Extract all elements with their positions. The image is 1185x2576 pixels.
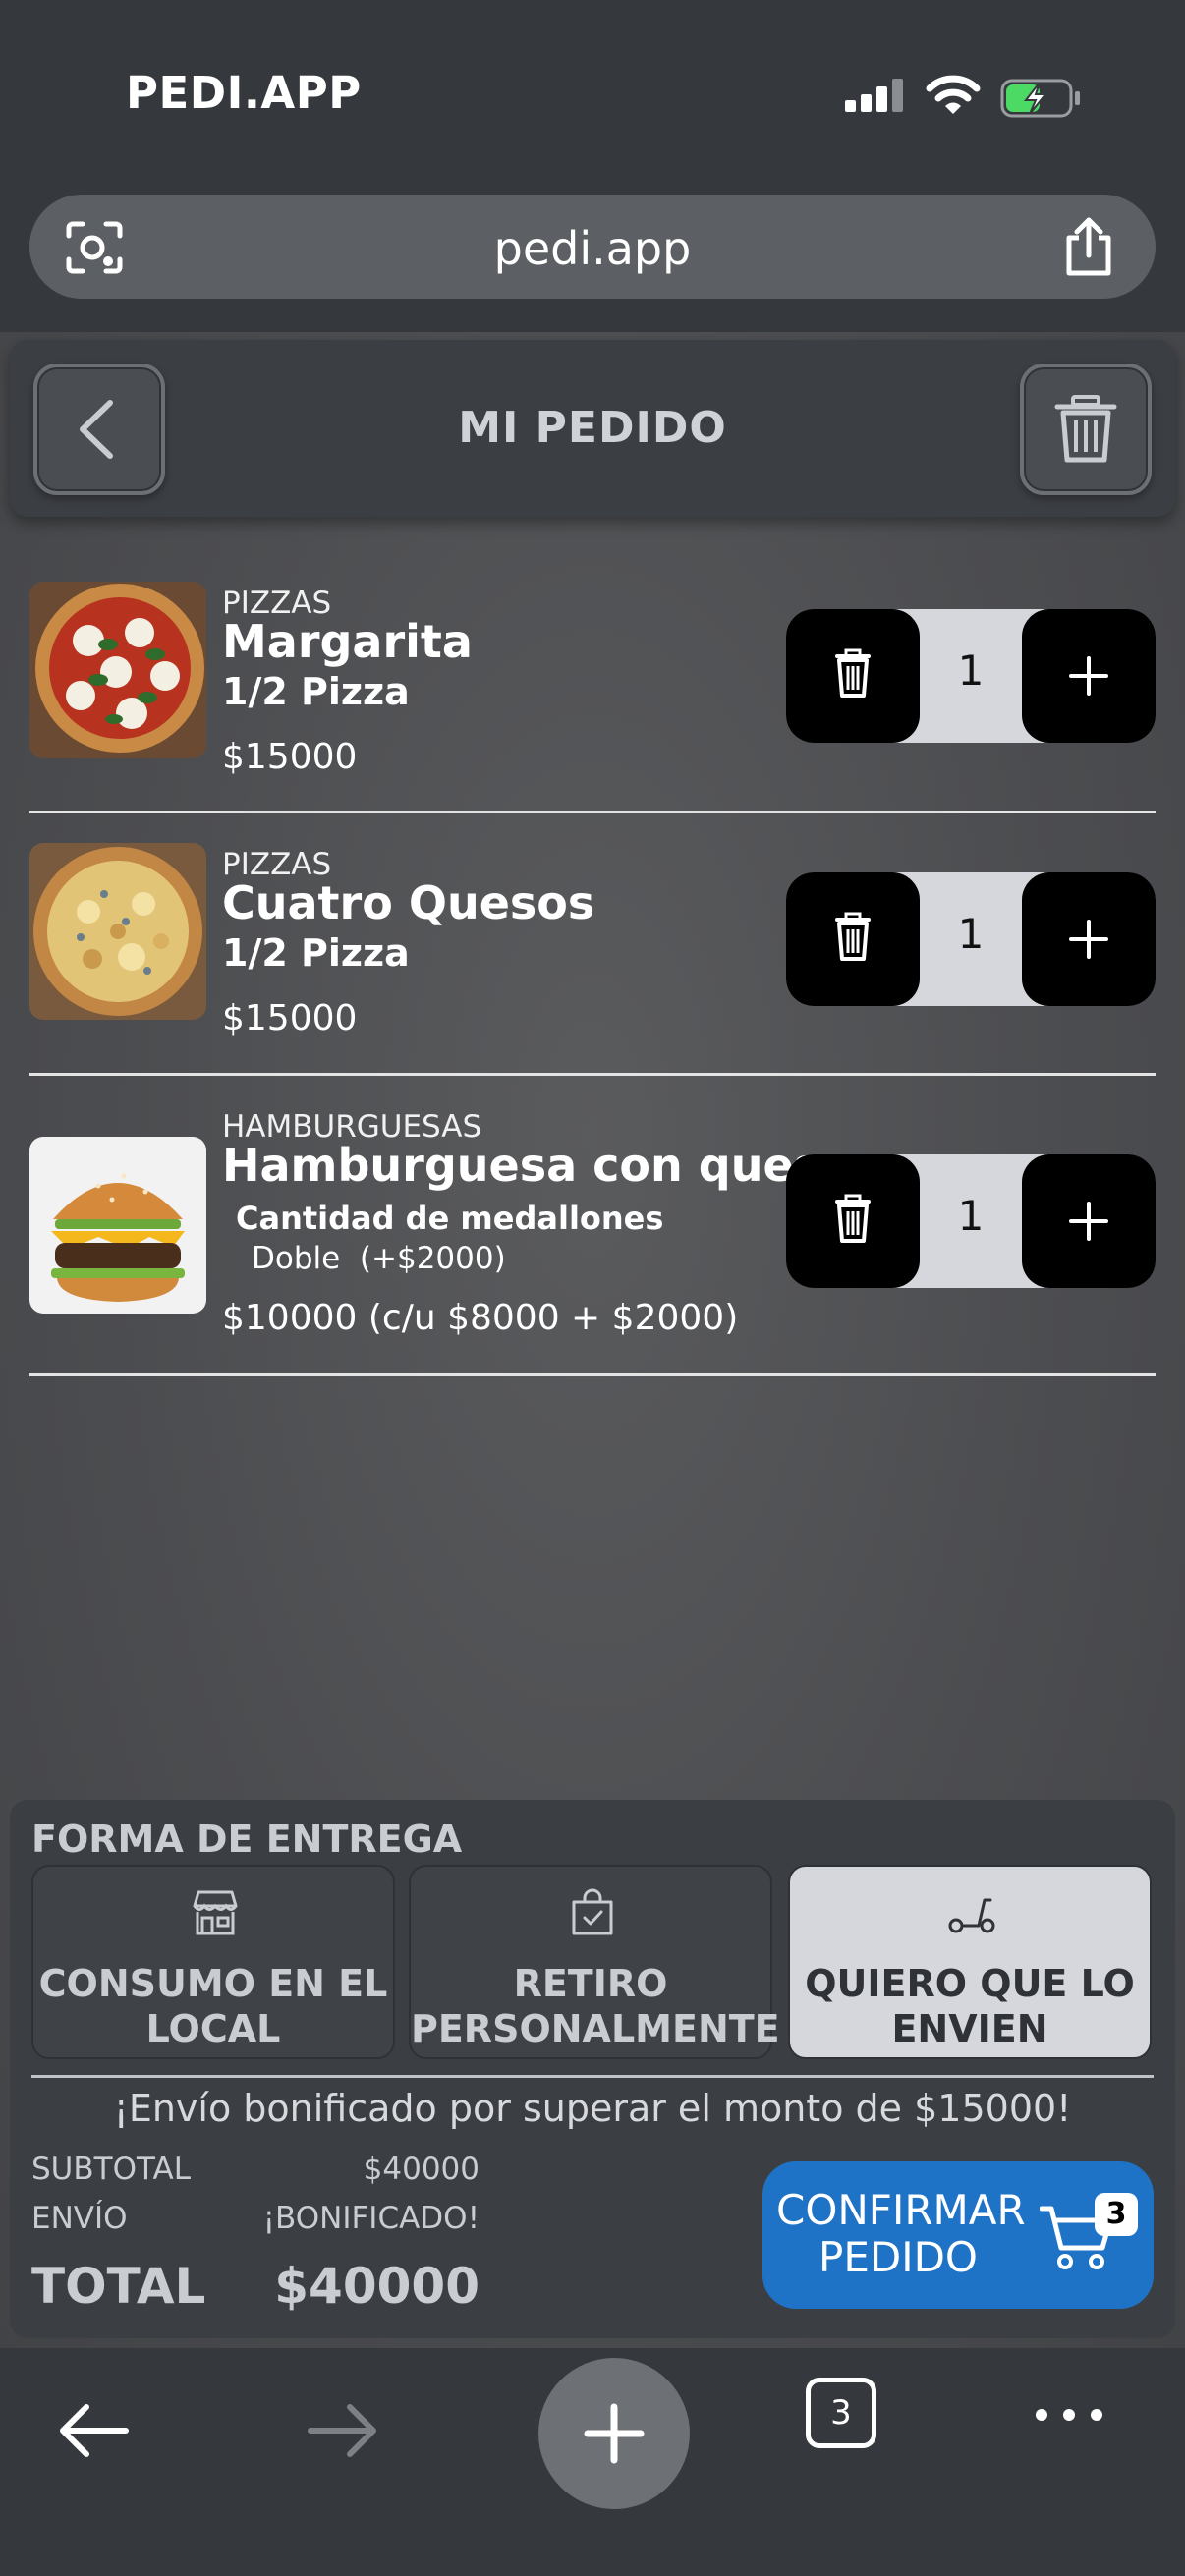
item-name: Hamburguesa con queso	[222, 1139, 852, 1192]
trash-icon	[1054, 395, 1117, 463]
item-name: Margarita	[222, 615, 473, 668]
total-value: $40000	[274, 2258, 480, 2315]
delivery-option-label: QUIERO QUE LO ENVIEN	[805, 1962, 1135, 2050]
item-option-title: Cantidad de medallones	[236, 1200, 664, 1237]
item-price: $10000 (c/u $8000 + $2000)	[222, 1298, 739, 1338]
wifi-icon	[926, 75, 981, 114]
new-tab-button[interactable]	[538, 2358, 690, 2509]
add-item-button[interactable]	[1022, 609, 1156, 743]
browser-toolbar: pedi.app	[0, 187, 1185, 332]
remove-item-button[interactable]	[786, 609, 920, 743]
signal-icon	[845, 79, 904, 112]
plus-icon	[1069, 656, 1108, 696]
order-item: PIZZAS Margarita 1/2 Pizza $15000 1	[29, 566, 1156, 813]
trash-icon	[835, 912, 871, 961]
order-items: PIZZAS Margarita 1/2 Pizza $15000 1 PIZZ…	[29, 566, 1156, 1376]
checkout-panel: FORMA DE ENTREGA CONSUMO EN EL LOCAL RET…	[10, 1800, 1175, 2338]
order-item: PIZZAS Cuatro Quesos 1/2 Pizza $15000 1	[29, 813, 1156, 1076]
quantity-stepper: 1	[786, 609, 1156, 743]
quantity-stepper: 1	[786, 872, 1156, 1006]
more-icon[interactable]	[1034, 2395, 1104, 2435]
item-name: Cuatro Quesos	[222, 876, 595, 929]
delivery-option-pickup[interactable]: RETIRO PERSONALMENTE	[409, 1865, 780, 2059]
quantity-value: 1	[957, 910, 985, 958]
page-title: MI PEDIDO	[458, 403, 727, 453]
quantity-stepper: 1	[786, 1154, 1156, 1288]
item-variant: 1/2 Pizza	[222, 931, 410, 975]
shipping-value: ¡BONIFICADO!	[262, 2201, 480, 2236]
back-arrow-icon[interactable]	[57, 2403, 130, 2458]
clear-order-button[interactable]	[1020, 364, 1152, 495]
cart-count-badge: 3	[1095, 2193, 1138, 2236]
divider	[31, 2075, 1154, 2078]
add-item-button[interactable]	[1022, 1154, 1156, 1288]
delivery-option-label: RETIRO PERSONALMENTE	[411, 1962, 780, 2050]
store-icon	[193, 1890, 238, 1935]
remove-item-button[interactable]	[786, 872, 920, 1006]
subtotal-value: $40000	[363, 2152, 480, 2187]
margarita-pizza-image	[29, 582, 206, 758]
trash-icon	[835, 648, 871, 698]
remove-item-button[interactable]	[786, 1154, 920, 1288]
order-item: HAMBURGUESAS Hamburguesa con queso Canti…	[29, 1076, 1156, 1376]
shipping-promo-text: ¡Envío bonificado por superar el monto d…	[113, 2087, 1072, 2130]
item-price: $15000	[222, 737, 358, 777]
battery-icon	[1000, 79, 1080, 118]
subtotal-label: SUBTOTAL	[31, 2152, 191, 2187]
quantity-value: 1	[957, 1192, 985, 1240]
address-bar[interactable]: pedi.app	[29, 195, 1156, 299]
delivery-section-title: FORMA DE ENTREGA	[31, 1818, 463, 1861]
status-icons	[845, 71, 1081, 120]
cuatro-quesos-pizza-image	[29, 843, 206, 1020]
item-variant: 1/2 Pizza	[222, 670, 410, 713]
tabs-button[interactable]: 3	[806, 2378, 876, 2448]
share-icon[interactable]	[1061, 216, 1116, 277]
total-label: TOTAL	[31, 2258, 206, 2315]
bag-icon	[572, 1888, 613, 1935]
shipping-label: ENVÍO	[31, 2201, 128, 2236]
delivery-option-dine-in[interactable]: CONSUMO EN EL LOCAL	[31, 1865, 395, 2059]
delivery-option-shipping[interactable]: QUIERO QUE LO ENVIEN	[788, 1865, 1152, 2059]
cheeseburger-image	[29, 1137, 206, 1314]
plus-icon	[584, 2403, 645, 2464]
plus-icon	[1069, 920, 1108, 959]
quantity-value: 1	[957, 646, 985, 695]
carrier-label: PEDI.APP	[126, 67, 362, 119]
confirm-order-label: CONFIRMAR PEDIDO	[776, 2186, 1026, 2281]
confirm-order-button[interactable]: CONFIRMAR PEDIDO 3	[762, 2161, 1154, 2309]
add-item-button[interactable]	[1022, 872, 1156, 1006]
item-price: $15000	[222, 998, 358, 1038]
item-option-value: Doble (+$2000)	[252, 1241, 506, 1276]
browser-bottom-bar: 3	[0, 2348, 1185, 2576]
status-bar: PEDI.APP	[0, 0, 1185, 187]
url-text[interactable]: pedi.app	[29, 222, 1156, 275]
plus-icon	[1069, 1202, 1108, 1241]
delivery-option-label: CONSUMO EN EL LOCAL	[38, 1962, 388, 2050]
forward-arrow-icon[interactable]	[307, 2403, 379, 2458]
order-header: MI PEDIDO	[10, 340, 1175, 517]
scooter-icon	[948, 1898, 995, 1933]
trash-icon	[835, 1194, 871, 1243]
